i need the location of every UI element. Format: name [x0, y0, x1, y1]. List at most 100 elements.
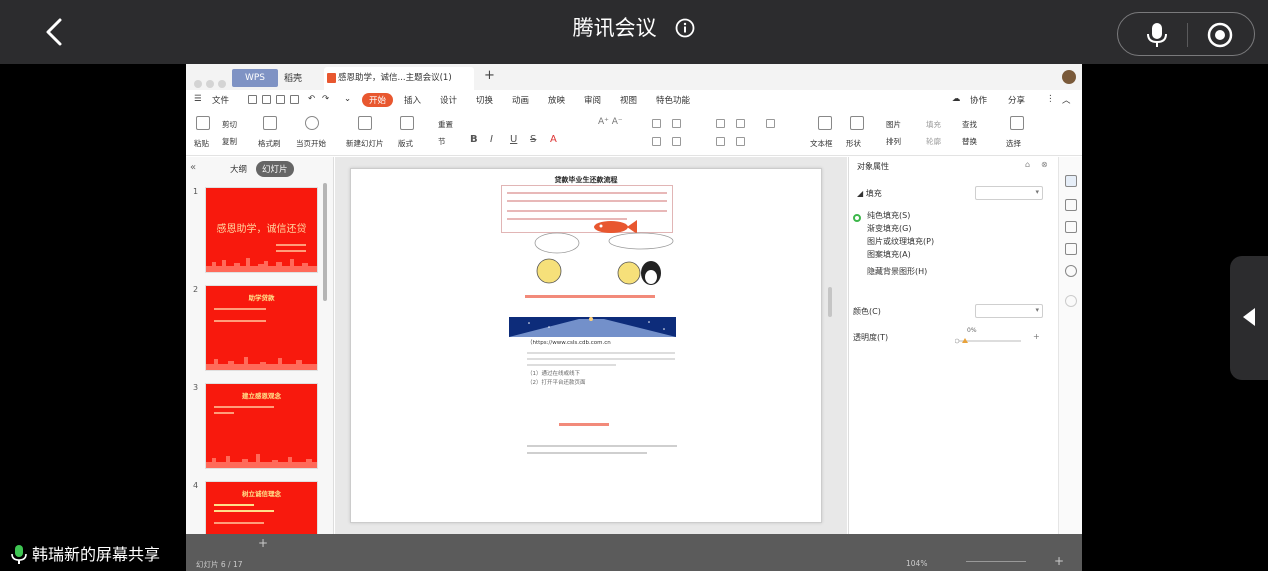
shape-icon[interactable]	[850, 116, 864, 130]
tab-draft[interactable]: 稻壳	[284, 71, 302, 84]
redo-icon[interactable]: ↷	[322, 94, 329, 104]
underline-button[interactable]: U	[510, 134, 517, 145]
shape-button[interactable]: 形状	[846, 138, 861, 149]
fill-section-toggle[interactable]: ◢ 填充	[857, 188, 882, 199]
strikethrough-button[interactable]: S	[530, 134, 536, 145]
image-icon[interactable]	[1065, 243, 1077, 255]
save-icon[interactable]	[248, 95, 257, 104]
undo-icon[interactable]: ↶	[308, 94, 315, 104]
hide-background-checkbox[interactable]: 隐藏背景图形(H)	[867, 266, 927, 277]
format-icon[interactable]	[1065, 221, 1077, 233]
cloud-icon[interactable]: ☁	[952, 94, 961, 104]
transparency-slider[interactable]	[955, 335, 1025, 345]
avatar[interactable]	[1062, 70, 1076, 84]
print-icon[interactable]	[276, 95, 285, 104]
hamburger-icon[interactable]: ☰	[194, 94, 202, 104]
close-icon[interactable]: ⊗	[1041, 160, 1048, 169]
fill-option-picture[interactable]: 图片或纹理填充(P)	[867, 236, 934, 247]
menu-transition[interactable]: 切换	[476, 94, 493, 106]
menu-file[interactable]: 文件	[212, 94, 229, 106]
menu-insert[interactable]: 插入	[404, 94, 421, 106]
more-icon[interactable]: ⋮	[1046, 94, 1055, 104]
tab-outline[interactable]: 大纲	[230, 163, 247, 175]
share-button[interactable]: 分享	[1008, 94, 1025, 106]
fill-option-solid[interactable]: 纯色填充(S)	[867, 210, 910, 221]
new-slide-button[interactable]: 新建幻灯片	[346, 138, 384, 149]
menu-animation[interactable]: 动画	[512, 94, 529, 106]
align-center-icon[interactable]	[672, 119, 681, 128]
tab-slides[interactable]: 幻灯片	[256, 161, 294, 177]
slide-thumbnail[interactable]: 助学贷款	[205, 285, 318, 371]
line-spacing-icon[interactable]	[766, 119, 775, 128]
menu-review[interactable]: 审阅	[584, 94, 601, 106]
menu-features[interactable]: 特色功能	[656, 94, 690, 106]
indent-icon[interactable]	[672, 137, 681, 146]
fill-option-gradient[interactable]: 渐变填充(G)	[867, 223, 911, 234]
slide-thumbnail[interactable]: 感恩助学，诚信还贷	[205, 187, 318, 273]
zoom-slider[interactable]	[966, 561, 1026, 562]
canvas-scrollbar[interactable]	[828, 287, 832, 317]
export-icon[interactable]	[262, 95, 271, 104]
brush-icon[interactable]	[263, 116, 277, 130]
preview-icon[interactable]	[290, 95, 299, 104]
layout-icon[interactable]	[400, 116, 414, 130]
select-button[interactable]: 选择	[1006, 138, 1021, 149]
tab-wps[interactable]: WPS	[232, 69, 278, 87]
font-size-up-button[interactable]: A⁺ A⁻	[598, 117, 623, 127]
columns-icon[interactable]	[736, 137, 745, 146]
textbox-icon[interactable]	[818, 116, 832, 130]
history-icon[interactable]	[1065, 265, 1077, 277]
microphone-button[interactable]	[1144, 21, 1170, 49]
play-icon[interactable]	[305, 116, 319, 130]
menu-view[interactable]: 视图	[620, 94, 637, 106]
align-left-icon[interactable]	[652, 119, 661, 128]
fill-option-pattern[interactable]: 图案填充(A)	[867, 249, 911, 260]
paste-button[interactable]: 粘贴	[194, 138, 209, 149]
collapse-panel-icon[interactable]: «	[190, 162, 196, 173]
zoom-in-button[interactable]: +	[1054, 554, 1064, 568]
bold-button[interactable]: B	[470, 134, 478, 145]
pin-icon[interactable]: ⌂	[1025, 160, 1030, 169]
list-icon[interactable]	[652, 137, 661, 146]
tab-document[interactable]: 感恩助学，诚信...主题会议(1)	[324, 67, 474, 90]
reset-button[interactable]: 重置	[438, 119, 453, 130]
paste-icon[interactable]	[196, 116, 210, 130]
transparency-increase[interactable]: +	[1033, 332, 1040, 341]
fill-button[interactable]: 填充	[926, 119, 941, 130]
outline-button[interactable]: 轮廓	[926, 136, 941, 147]
layout-button[interactable]: 版式	[398, 138, 413, 149]
chevron-down-icon[interactable]: ⌄	[344, 94, 351, 104]
fill-type-select[interactable]	[975, 186, 1043, 200]
add-slide-button[interactable]: +	[258, 536, 268, 550]
textbox-button[interactable]: 文本框	[810, 138, 833, 149]
expand-panel-button[interactable]	[1230, 256, 1268, 380]
slide-page[interactable]: 贷款毕业生还款流程 （https://www.csls.cdb.com.cn （…	[350, 168, 822, 523]
distribute-icon[interactable]	[716, 137, 725, 146]
pin-icon[interactable]	[1065, 199, 1077, 211]
add-tab-button[interactable]: +	[484, 68, 495, 83]
picture-button[interactable]: 图片	[886, 119, 901, 130]
arrange-button[interactable]: 排列	[886, 136, 901, 147]
solid-fill-radio[interactable]	[853, 214, 861, 222]
find-button[interactable]: 查找	[962, 119, 977, 130]
justify-icon[interactable]	[736, 119, 745, 128]
replace-button[interactable]: 替换	[962, 136, 977, 147]
color-select[interactable]	[975, 304, 1043, 318]
format-painter-button[interactable]: 格式刷	[258, 138, 281, 149]
copy-button[interactable]: 复制	[222, 136, 237, 147]
info-icon[interactable]	[675, 18, 695, 38]
properties-icon[interactable]	[1065, 175, 1077, 187]
select-icon[interactable]	[1010, 116, 1024, 130]
slide-thumbnail[interactable]: 建立感恩观念	[205, 383, 318, 469]
menu-design[interactable]: 设计	[440, 94, 457, 106]
new-slide-icon[interactable]	[358, 116, 372, 130]
menu-home[interactable]: 开始	[362, 93, 394, 107]
cut-button[interactable]: 剪切	[222, 119, 237, 130]
record-button[interactable]	[1206, 21, 1234, 49]
slide-panel-scrollbar[interactable]	[323, 183, 327, 301]
slide-thumbnail[interactable]: 树立诚信理念	[205, 481, 318, 534]
menu-slideshow[interactable]: 放映	[548, 94, 565, 106]
from-current-button[interactable]: 当页开始	[296, 138, 326, 149]
font-color-button[interactable]: A	[550, 134, 557, 145]
italic-button[interactable]: I	[490, 134, 493, 145]
